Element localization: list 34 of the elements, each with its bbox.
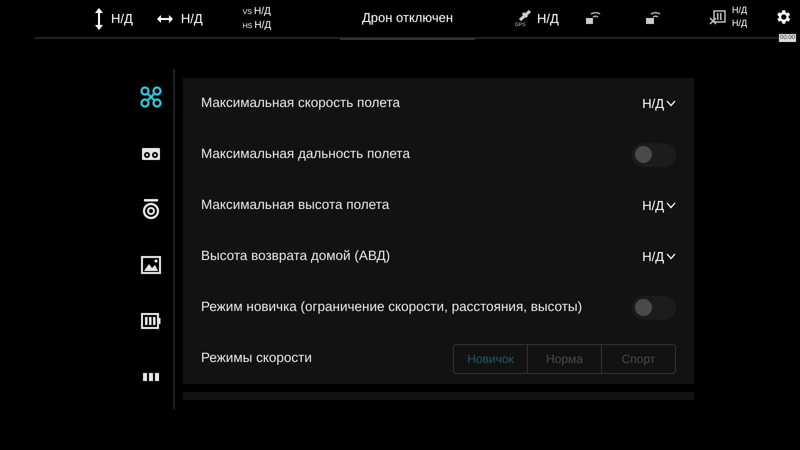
distance-value: Н/Д <box>180 10 203 28</box>
horizontal-arrow-icon <box>156 15 173 23</box>
controller-signal-icon <box>645 9 661 25</box>
vertical-speed-value: Н/Д <box>254 5 271 18</box>
drone-status-title: Дрон отключен <box>362 9 454 27</box>
drone-icon[interactable] <box>140 86 162 108</box>
horizontal-speed-value: Н/Д <box>254 19 272 32</box>
value-dropdown[interactable]: Н/Д <box>642 94 676 114</box>
more-icon[interactable] <box>142 373 158 381</box>
chevron-down-icon <box>666 202 676 209</box>
setting-label: Высота возврата домой (АВД) <box>201 247 390 266</box>
drone-battery-icon <box>709 9 727 25</box>
battery-value: Н/Д <box>732 17 748 30</box>
image-icon[interactable] <box>140 256 160 274</box>
chevron-down-icon <box>666 253 676 260</box>
camera-icon[interactable] <box>142 198 160 220</box>
altitude-value: Н/Д <box>111 10 133 28</box>
battery-value: Н/Д <box>732 4 748 17</box>
setting-label: Максимальная высота полета <box>201 196 390 214</box>
setting-label: Максимальная дальность полета <box>201 145 410 164</box>
image-signal-icon <box>585 9 601 25</box>
value-dropdown[interactable]: Н/Д <box>642 196 676 216</box>
remote-controller-icon[interactable] <box>140 145 160 161</box>
battery-icon[interactable] <box>140 313 160 329</box>
setting-label: Режим новичка (ограничение скорости, расстояния, высоты) <box>201 298 582 316</box>
toggle-switch[interactable] <box>632 142 676 166</box>
satellite-icon <box>517 9 533 23</box>
value-dropdown[interactable]: Н/Д <box>642 246 676 266</box>
setting-label: Режимы скорости <box>201 349 312 368</box>
setting-label: Максимальная скорость полета <box>201 94 400 112</box>
gps-value: Н/Д <box>537 10 559 28</box>
toggle-switch[interactable] <box>632 296 676 320</box>
vertical-arrow-icon <box>95 8 103 30</box>
chevron-down-icon <box>666 100 676 107</box>
